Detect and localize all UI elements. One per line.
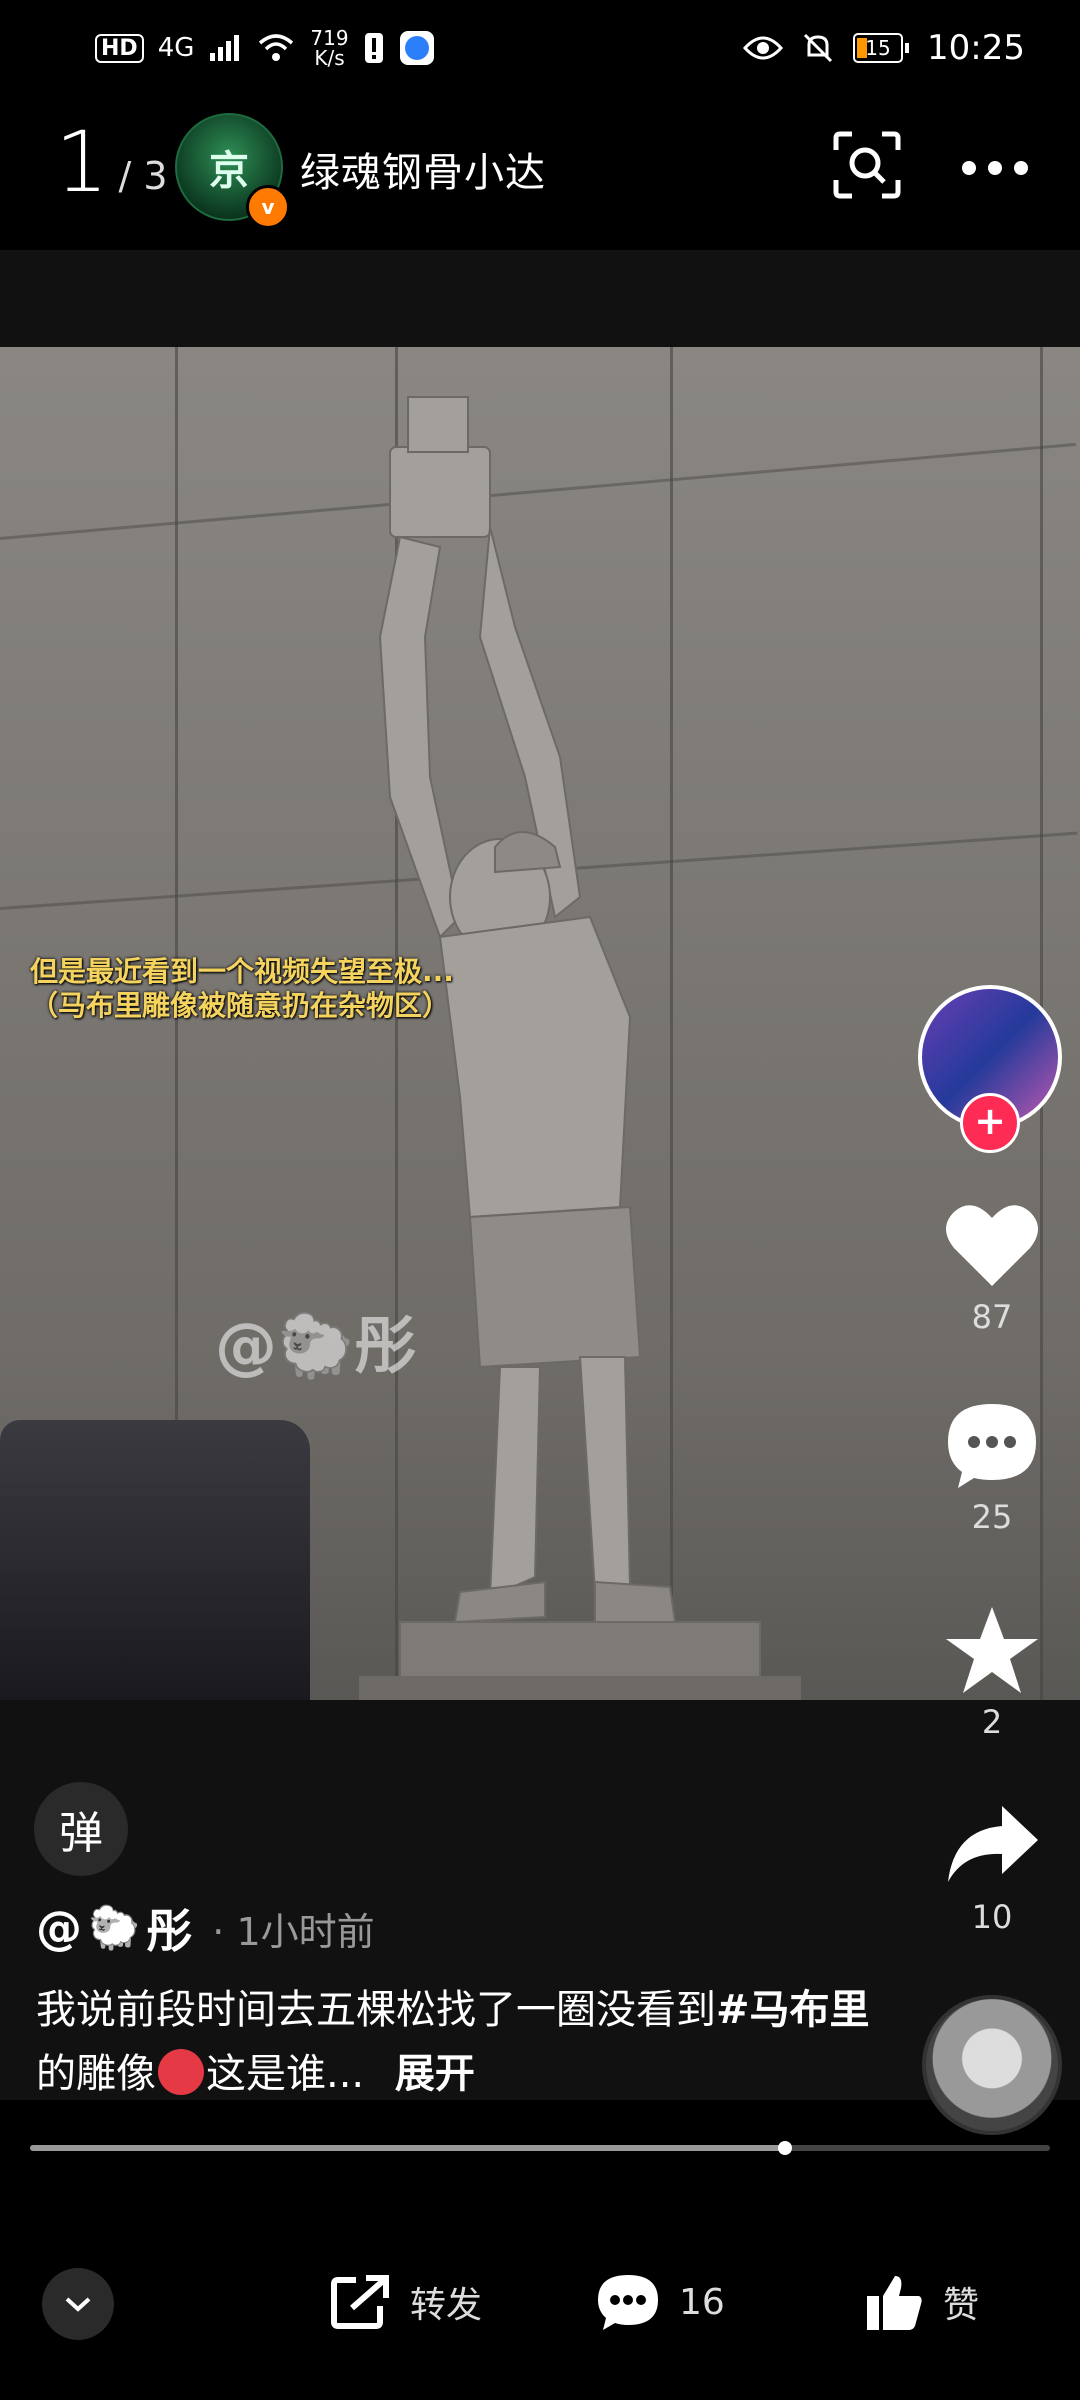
share-arrow-icon	[948, 1806, 1038, 1882]
chevron-down-icon	[65, 2297, 91, 2312]
collapse-button[interactable]	[42, 2268, 114, 2340]
video-subtitle-line1: 但是最近看到一个视频失望至极...	[30, 955, 454, 988]
statue-image	[359, 396, 801, 1700]
thumbs-up-icon	[867, 2276, 922, 2330]
browser-app-icon	[399, 31, 434, 65]
current-index: 1	[55, 113, 109, 211]
status-right: 15 10:25	[743, 28, 1025, 68]
bottom-comment-button[interactable]: 16	[595, 2270, 725, 2334]
page-counter: 1 / 3	[55, 120, 168, 204]
mute-bell-icon	[803, 33, 833, 63]
battery-level: 15	[853, 33, 904, 63]
heart-icon	[946, 1205, 1038, 1286]
expand-link[interactable]: 展开	[395, 2051, 475, 2097]
status-left: HD 4G 719 K/s	[95, 28, 435, 68]
alert-icon	[364, 33, 383, 63]
star-icon	[946, 1607, 1038, 1693]
music-disc-avatar[interactable]	[922, 1995, 1062, 2135]
like-count: 87	[971, 1298, 1013, 1336]
comment-bubble-icon	[948, 1404, 1036, 1488]
comment-icon	[598, 2275, 658, 2330]
comment-count: 25	[971, 1498, 1013, 1536]
progress-knob[interactable]	[777, 2141, 792, 2155]
hashtag-link[interactable]: #马布里	[716, 1987, 870, 2033]
description-text-2: 的雕像	[36, 2051, 156, 2097]
bottom-comment-count: 16	[679, 2281, 725, 2323]
comment-action[interactable]: 25	[922, 1400, 1062, 1536]
status-bar: HD 4G 719 K/s 15 10:25	[0, 0, 1080, 100]
video-progress-bar[interactable]	[30, 2141, 1050, 2155]
more-options-icon[interactable]	[962, 148, 1036, 188]
video-description[interactable]: 我说前段时间去五棵松找了一圈没看到#马布里 的雕像 这是谁... 展开	[36, 1978, 876, 2106]
forward-label: 转发	[410, 2285, 483, 2326]
handle-at: @	[36, 1901, 82, 1955]
author-name[interactable]: 绿魂钢骨小达	[300, 140, 546, 198]
progress-fill	[30, 2145, 785, 2151]
video-top-band	[0, 250, 1080, 347]
sheep-emoji-icon: 🐑	[88, 1903, 141, 1952]
total-count: / 3	[118, 154, 168, 198]
description-text-3: 这是谁...	[206, 2051, 365, 2097]
signal-icon	[210, 35, 240, 61]
share-count: 10	[971, 1898, 1013, 1936]
network-type: 4G	[157, 33, 195, 63]
thumbs-up-button[interactable]: 赞	[865, 2270, 979, 2334]
network-speed: 719 K/s	[310, 28, 348, 68]
forward-button[interactable]: 转发	[330, 2270, 482, 2334]
like-action[interactable]: 87	[922, 1200, 1062, 1336]
share-action[interactable]: 10	[922, 1800, 1062, 1936]
scan-icon[interactable]	[832, 130, 902, 200]
clock: 10:25	[927, 28, 1025, 68]
angry-emoji-icon	[158, 2049, 204, 2095]
follow-plus-icon[interactable]: +	[960, 1093, 1020, 1153]
handle-name: 彤	[146, 1904, 193, 1958]
video-subtitle: 但是最近看到一个视频失望至极... （马布里雕像被随意扔在杂物区）	[30, 955, 550, 1023]
description-text: 我说前段时间去五棵松找了一圈没看到	[36, 1987, 716, 2033]
danmu-toggle-button[interactable]: 弹	[34, 1782, 128, 1876]
like-label: 赞	[943, 2285, 980, 2326]
video-watermark: @🐑彤	[215, 1309, 417, 1382]
share-box-icon	[331, 2275, 389, 2329]
speed-unit: K/s	[314, 46, 345, 70]
battery-indicator: 15	[853, 33, 910, 63]
eye-icon	[743, 36, 784, 60]
verified-badge-icon: v	[246, 185, 290, 229]
favorite-count: 2	[981, 1703, 1003, 1741]
trash-bags-image	[0, 1420, 310, 1700]
hd-indicator: HD	[95, 33, 144, 63]
favorite-action[interactable]: 2	[922, 1605, 1062, 1741]
video-subtitle-line2: （马布里雕像被随意扔在杂物区）	[30, 989, 451, 1022]
poster-handle[interactable]: @ 🐑 彤 · 1小时前	[36, 1895, 375, 1961]
post-time: · 1小时前	[212, 1909, 375, 1954]
wifi-icon	[259, 34, 294, 61]
